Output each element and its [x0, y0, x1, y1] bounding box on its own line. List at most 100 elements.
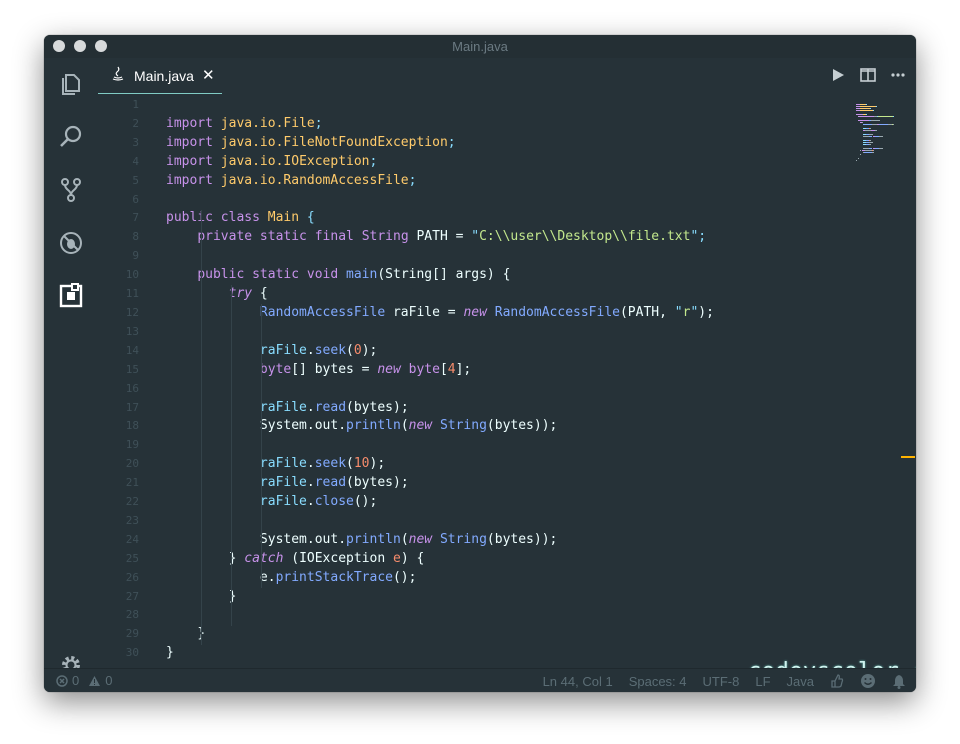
- warning-count: 0: [105, 673, 113, 688]
- minimap-stroke: [859, 104, 867, 105]
- minimize-window-button[interactable]: [74, 40, 86, 52]
- more-actions-icon[interactable]: [890, 67, 906, 83]
- line-number: 6: [132, 192, 139, 206]
- title-bar: Main.java: [44, 35, 916, 58]
- minimap-stroke: [876, 130, 878, 131]
- code-line: try {: [228, 286, 268, 302]
- minimap-stroke: [856, 160, 857, 161]
- line-number: 23: [125, 513, 139, 527]
- code-line: e.printStackTrace();: [259, 569, 417, 585]
- run-icon[interactable]: [830, 67, 846, 83]
- end-of-line[interactable]: LF: [755, 674, 770, 689]
- line-number: 7: [132, 211, 139, 225]
- tab-bar: Main.java ✕: [96, 58, 916, 96]
- line-number: 18: [125, 419, 139, 433]
- line-number: 28: [125, 608, 139, 622]
- minimap-stroke: [878, 116, 893, 117]
- minimap-stroke: [860, 154, 862, 155]
- warning-icon: [89, 675, 101, 686]
- minimap[interactable]: [856, 96, 916, 176]
- minimap-stroke: [868, 134, 874, 135]
- tab-close-icon[interactable]: ✕: [202, 66, 215, 84]
- indent-guide: [261, 304, 262, 588]
- indent-guide: [231, 285, 232, 626]
- minimap-stroke: [875, 106, 877, 107]
- java-file-icon: [112, 66, 124, 81]
- close-window-button[interactable]: [53, 40, 65, 52]
- minimap-stroke: [870, 108, 872, 109]
- extensions-icon[interactable]: [58, 283, 84, 309]
- line-number: 20: [125, 457, 139, 471]
- minimap-stroke: [870, 120, 881, 121]
- line-number: 10: [125, 268, 139, 282]
- file-encoding[interactable]: UTF-8: [703, 674, 740, 689]
- files-icon[interactable]: [58, 71, 84, 97]
- code-line: private static final String PATH = "C:\\…: [197, 229, 707, 245]
- error-icon: [56, 674, 68, 687]
- cursor-position[interactable]: Ln 44, Col 1: [543, 674, 613, 689]
- bell-icon[interactable]: [892, 674, 906, 689]
- code-editor[interactable]: 1 2 3 4 5 6 7 8 9 10 11 12 13 14 15 16 17 18 19 20 21 22 23 24 2…: [96, 96, 916, 684]
- minimap-stroke: [872, 150, 875, 151]
- line-number: 4: [132, 154, 139, 168]
- split-editor-icon[interactable]: [860, 67, 876, 83]
- window-controls: [53, 40, 107, 52]
- code-area[interactable]: import java.io.File; import java.io.FileN…: [166, 96, 856, 663]
- minimap-stroke: [856, 114, 864, 115]
- search-icon[interactable]: [58, 124, 84, 150]
- language-mode[interactable]: Java: [787, 674, 814, 689]
- minimap-stroke: [869, 128, 871, 129]
- code-line: public static void main(String[] args) {: [197, 267, 511, 283]
- line-number: 1: [132, 98, 139, 111]
- editor-window: Main.java Main.java ✕ 1 2 3 4 5 6 7 8 9 …: [44, 35, 916, 692]
- code-line: raFile.seek(10);: [259, 456, 386, 472]
- tab-main-java[interactable]: Main.java ✕: [98, 58, 222, 94]
- minimap-stroke: [870, 140, 872, 141]
- line-number: 29: [125, 627, 139, 641]
- status-bar: 0 0 Ln 44, Col 1 Spaces: 4 UTF-8 LF Java: [44, 668, 916, 692]
- line-number: 11: [125, 287, 139, 301]
- code-line: System.out.println(new String(bytes));: [259, 418, 558, 434]
- minimap-stroke: [864, 150, 872, 151]
- line-number: 22: [125, 495, 139, 509]
- code-line: byte[] bytes = new byte[4];: [259, 361, 472, 377]
- line-number: 12: [125, 305, 139, 319]
- minimap-stroke: [873, 110, 875, 111]
- source-control-icon[interactable]: [58, 177, 84, 203]
- activity-bar: [44, 58, 96, 674]
- minimap-stroke: [863, 152, 872, 153]
- line-number: 26: [125, 570, 139, 584]
- line-number: 14: [125, 343, 139, 357]
- debug-icon[interactable]: [58, 230, 84, 256]
- minimap-stroke: [859, 106, 876, 107]
- feedback-icon[interactable]: [830, 674, 844, 688]
- code-line: } catch (IOException e) {: [228, 550, 425, 566]
- line-number: 8: [132, 230, 139, 244]
- maximize-window-button[interactable]: [95, 40, 107, 52]
- code-line: }: [228, 588, 237, 604]
- indentation-setting[interactable]: Spaces: 4: [629, 674, 687, 689]
- code-line: }: [166, 625, 856, 644]
- line-number: 5: [132, 173, 139, 187]
- line-number-gutter: 1 2 3 4 5 6 7 8 9 10 11 12 13 14 15 16 17 18 19 20 21 22 23 24 2…: [96, 96, 139, 663]
- code-line: raFile.close();: [259, 494, 378, 510]
- indent-guide: [201, 209, 202, 645]
- code-line: import java.io.IOException;: [166, 153, 378, 169]
- minimap-stroke: [859, 108, 871, 109]
- error-count: 0: [72, 673, 80, 688]
- code-line: public class Main {: [166, 210, 315, 226]
- line-number: 25: [125, 551, 139, 565]
- smiley-icon[interactable]: [860, 673, 876, 689]
- line-number: 27: [125, 589, 139, 603]
- scrollbar-marker: [901, 456, 915, 458]
- editor-actions: [830, 67, 906, 83]
- minimap-stroke: [878, 136, 884, 137]
- minimap-stroke: [893, 124, 895, 125]
- code-line: System.out.println(new String(bytes));: [259, 531, 558, 547]
- minimap-stroke: [862, 122, 864, 123]
- problems-indicator[interactable]: 0 0: [56, 673, 112, 688]
